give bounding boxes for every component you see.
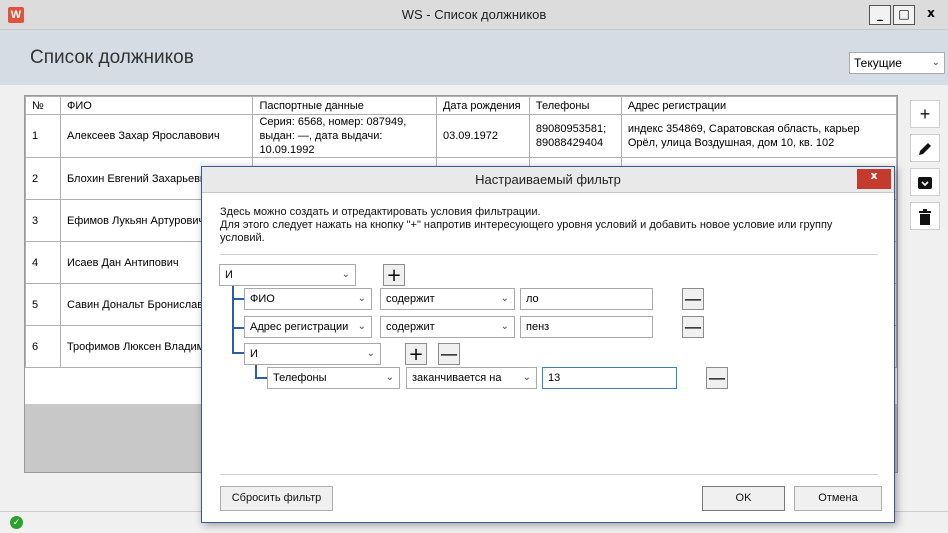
condition-field-select[interactable]: Телефоны ⌄ (267, 367, 400, 389)
description-line-2: Для этого следует нажать на кнопку "+" н… (220, 219, 833, 244)
archive-icon (918, 177, 932, 189)
condition-operator-value: содержит (386, 321, 435, 333)
check-circle-icon: ✓ (10, 516, 23, 529)
delete-button[interactable] (910, 202, 940, 230)
window-titlebar: W WS - Список должников _ □ x (0, 0, 948, 30)
condition-value-input[interactable]: пенз (520, 316, 653, 338)
condition-field-select[interactable]: Адрес регистрации ⌄ (244, 316, 372, 338)
condition-field-value: Телефоны (273, 372, 327, 384)
condition-operator-value: заканчивается на (412, 372, 502, 384)
add-button[interactable]: + (910, 100, 940, 128)
column-header-birth[interactable]: Дата рождения (435, 96, 530, 115)
condition-operator-value: содержит (386, 293, 435, 305)
custom-filter-dialog: Настраиваемый фильтр x Здесь можно созда… (201, 166, 895, 523)
divider (220, 474, 878, 475)
cell-num: 2 (25, 157, 61, 200)
column-header-phones[interactable]: Телефоны (528, 96, 622, 115)
cell-num: 4 (25, 241, 61, 284)
cell-num: 5 (25, 283, 61, 326)
page-title: Список должников (30, 47, 194, 68)
table-header-row: № ФИО Паспортные данные Дата рождения Те… (25, 96, 898, 115)
chevron-down-icon: ⌄ (385, 372, 394, 383)
column-header-passport[interactable]: Паспортные данные (252, 96, 437, 115)
condition-value-input[interactable]: ло (520, 288, 653, 310)
condition-value-input[interactable]: 13 (542, 367, 677, 389)
maximize-button[interactable]: □ (893, 5, 915, 25)
remove-subgroup-button[interactable]: — (438, 343, 460, 365)
tree-connector (232, 286, 234, 353)
chevron-down-icon: ⌄ (341, 269, 350, 280)
chevron-down-icon: ⌄ (500, 293, 509, 304)
subgroup-operator-value: И (250, 348, 258, 360)
pencil-icon (919, 143, 931, 155)
tree-connector (232, 327, 244, 329)
status-filter-value: Текущие (854, 56, 902, 70)
cell-birth: 03.09.1972 (435, 114, 530, 158)
trash-icon (919, 209, 931, 225)
cell-num: 6 (25, 325, 61, 368)
chevron-down-icon: ⌄ (500, 321, 509, 332)
cell-phones: 89080953581; 89088429404 (528, 114, 622, 158)
tree-connector (232, 352, 244, 354)
remove-condition-button[interactable]: — (682, 316, 704, 338)
cancel-button[interactable]: Отмена (794, 486, 882, 511)
close-window-button[interactable]: x (920, 5, 942, 25)
edit-button[interactable] (910, 134, 940, 162)
column-header-name[interactable]: ФИО (59, 96, 254, 115)
tree-connector (255, 377, 267, 379)
ok-button[interactable]: OK (702, 486, 785, 511)
remove-condition-button[interactable]: — (682, 288, 704, 310)
archive-button[interactable] (910, 168, 940, 196)
add-condition-root-button[interactable]: + (383, 264, 405, 286)
chevron-down-icon: ⌄ (357, 293, 366, 304)
add-condition-subgroup-button[interactable]: + (405, 343, 427, 365)
condition-field-value: Адрес регистрации (250, 321, 349, 333)
condition-field-select[interactable]: ФИО ⌄ (244, 288, 372, 310)
chevron-down-icon: ⌄ (522, 372, 531, 383)
root-group-operator-select[interactable]: И ⌄ (219, 264, 356, 286)
cell-name: Алексеев Захар Ярославович (59, 114, 254, 158)
condition-operator-select[interactable]: заканчивается на ⌄ (406, 367, 537, 389)
condition-operator-select[interactable]: содержит ⌄ (380, 316, 515, 338)
reset-filter-button[interactable]: Сбросить фильтр (220, 486, 333, 511)
status-filter-select[interactable]: Текущие ⌄ (849, 52, 945, 74)
chevron-down-icon: ⌄ (366, 348, 375, 359)
dialog-description: Здесь можно создать и отредактировать ус… (220, 206, 860, 245)
description-line-1: Здесь можно создать и отредактировать ус… (220, 206, 541, 218)
column-header-num[interactable]: № (25, 96, 61, 115)
condition-operator-select[interactable]: содержит ⌄ (380, 288, 515, 310)
dialog-title: Настраиваемый фильтр (202, 167, 894, 193)
cell-num: 1 (25, 114, 61, 158)
subgroup-operator-select[interactable]: И ⌄ (244, 343, 381, 365)
root-group-operator-value: И (225, 269, 233, 281)
minimize-button[interactable]: _ (869, 5, 891, 25)
window-title: WS - Список должников (401, 7, 547, 22)
cell-num: 3 (25, 199, 61, 242)
cell-passport: Серия: 6568, номер: 087949, выдан: —, да… (252, 114, 437, 158)
tree-connector (255, 364, 257, 378)
tree-connector (232, 298, 244, 300)
column-header-address[interactable]: Адрес регистрации (620, 96, 898, 115)
table-row[interactable]: 1 Алексеев Захар Ярославович Серия: 6568… (25, 114, 898, 158)
chevron-down-icon: ⌄ (357, 321, 366, 332)
remove-condition-button[interactable]: — (706, 367, 728, 389)
divider (220, 254, 878, 255)
chevron-down-icon: ⌄ (931, 57, 940, 68)
cell-address: индекс 354869, Саратовская область, карь… (620, 114, 898, 158)
condition-field-value: ФИО (250, 293, 275, 305)
dialog-close-button[interactable]: x (857, 169, 891, 189)
